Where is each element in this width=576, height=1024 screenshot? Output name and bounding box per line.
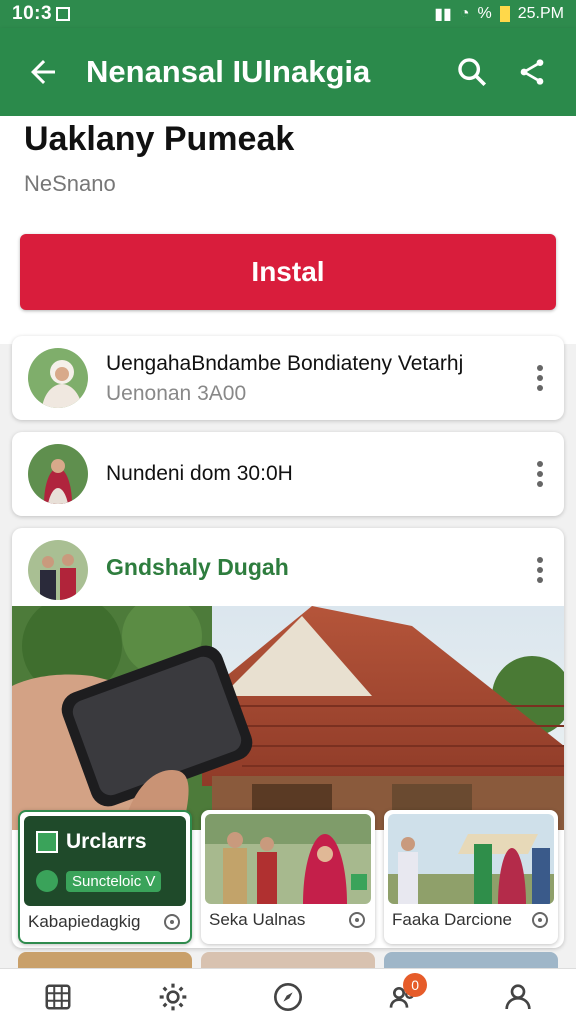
avatar: [28, 444, 88, 504]
thumbnail-label: Kabapiedagkig: [28, 912, 141, 931]
status-bar: 10:3 ▮▮ ◔ % 25.PM: [0, 0, 576, 28]
signal-icon: ▮▮: [434, 6, 452, 23]
screenshot-thumbnail[interactable]: Faaka Darcione: [384, 810, 558, 944]
battery-icon: [499, 6, 510, 22]
nav-notifications[interactable]: 0: [373, 969, 433, 1024]
screenshot-thumbnail[interactable]: [201, 952, 375, 968]
person-icon: [505, 983, 532, 1009]
notification-badge: 0: [403, 972, 428, 997]
nav-apps[interactable]: [28, 969, 88, 1024]
page-content: Uaklany Pumeak NeSnano Instal UengahaBnd…: [0, 116, 576, 968]
thumbnail-label: Seka Ualnas: [209, 910, 306, 929]
review-card[interactable]: UengahaBndambe Bondiateny Vetarhj Uenona…: [12, 336, 564, 420]
info-icon[interactable]: [164, 914, 180, 930]
app-bar-title: Nenansal IUlnakgia: [86, 54, 371, 89]
info-icon[interactable]: [532, 912, 548, 928]
review-author: Nundeni dom 30:0H: [106, 462, 293, 485]
thumbnail-image: Urclarrs Suncteloic V: [24, 816, 186, 906]
screenshot-thumbnail[interactable]: [18, 952, 192, 968]
screenshot-thumbnail[interactable]: [384, 952, 558, 968]
share-button[interactable]: [502, 28, 562, 116]
thumbnail-overlay-title: Urclarrs: [66, 830, 147, 853]
battery-percent: %: [477, 5, 492, 22]
arrow-left-icon: [31, 60, 55, 84]
leaf-icon: [36, 870, 58, 892]
install-button[interactable]: Instal: [20, 234, 556, 310]
house-photo: [12, 606, 564, 830]
thumbnail-image: [388, 814, 554, 904]
info-icon[interactable]: [349, 912, 365, 928]
gear-icon: [159, 983, 187, 1010]
app-developer[interactable]: NeSnano: [24, 171, 552, 197]
nav-explore[interactable]: [258, 969, 318, 1024]
screenshot-thumbnail[interactable]: Seka Ualnas: [201, 810, 375, 944]
search-button[interactable]: [442, 28, 502, 116]
feature-image[interactable]: [12, 606, 564, 830]
review-meta: Uenonan 3A00: [106, 382, 247, 405]
screenshot-thumbnail[interactable]: Urclarrs Suncteloic V Kabapiedagkig: [18, 810, 192, 944]
nav-profile[interactable]: [488, 969, 548, 1024]
bottom-navigation: 0: [0, 968, 576, 1024]
avatar: [28, 540, 88, 600]
more-options-button[interactable]: [528, 454, 552, 494]
status-clock: 25.PM: [517, 5, 564, 22]
checkbox-icon: [36, 831, 58, 853]
wifi-icon: ◔: [459, 5, 470, 22]
avatar: [28, 348, 88, 408]
share-icon: [520, 59, 544, 85]
more-options-button[interactable]: [528, 550, 552, 590]
notification-icon: [56, 7, 71, 21]
app-header: Uaklany Pumeak NeSnano Instal: [0, 116, 576, 344]
more-options-button[interactable]: [528, 358, 552, 398]
review-card[interactable]: Nundeni dom 30:0H: [12, 432, 564, 516]
app-name: Uaklany Pumeak: [24, 120, 295, 158]
grid-icon: [45, 984, 71, 1009]
compass-icon: [273, 982, 302, 1011]
back-button[interactable]: [0, 28, 86, 116]
review-author: UengahaBndambe Bondiateny Vetarhj: [106, 352, 464, 375]
app-bar: Nenansal IUlnakgia: [0, 28, 576, 116]
thumbnail-overlay-sub: Suncteloic V: [66, 870, 162, 892]
thumbnail-label: Faaka Darcione: [392, 910, 513, 929]
nav-settings[interactable]: [143, 969, 203, 1024]
feature-title: Gndshaly Dugah: [106, 554, 289, 580]
search-icon: [458, 58, 487, 87]
status-time: 10:3: [12, 3, 53, 24]
thumbnail-image: [205, 814, 371, 904]
